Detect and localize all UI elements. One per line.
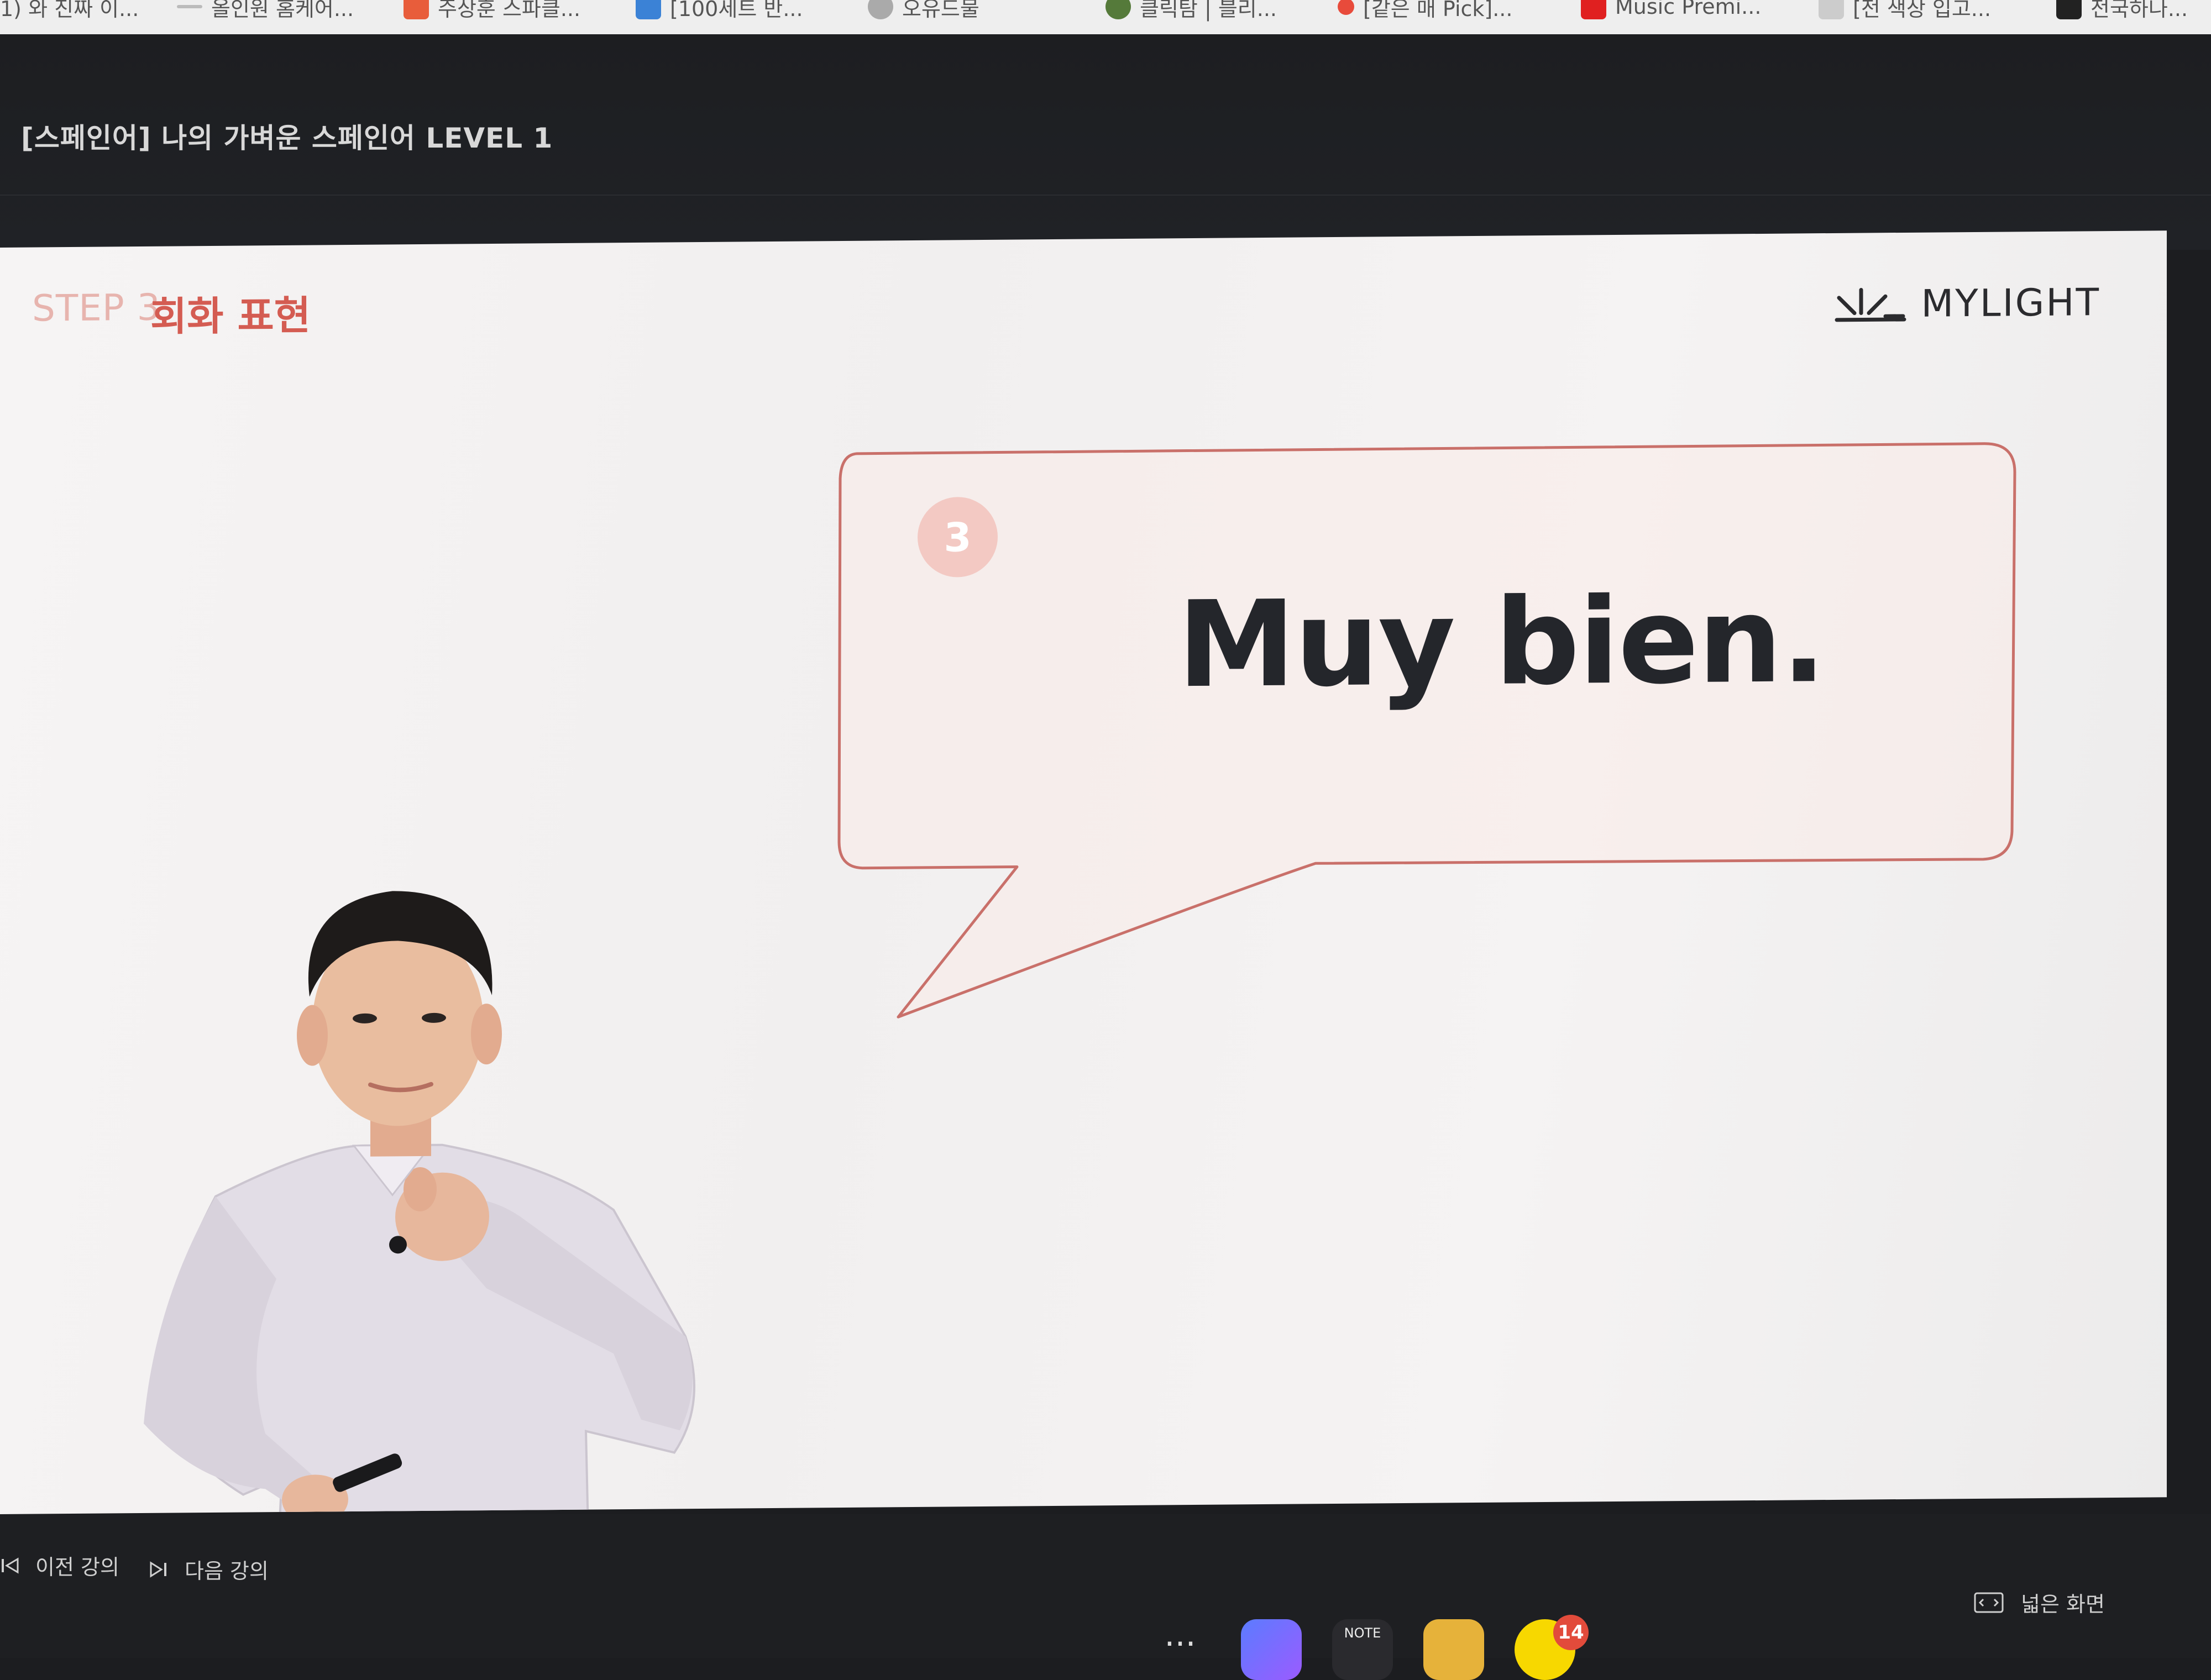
speech-bubble — [837, 442, 2016, 1019]
brand-name: MYLIGHT — [1921, 281, 2100, 326]
bookmark-label: 올인원 홈케어... — [211, 0, 354, 21]
spanish-phrase: Muy bien. — [1177, 570, 1826, 715]
bookmark-label: Music Premi... — [1615, 0, 1762, 19]
bookmarks-bar: 1) 와 진짜 이... 올인원 홈케어... 주상훈 스파클... [100세… — [0, 0, 2211, 35]
bookmark-favicon — [404, 0, 429, 19]
bookmark-item[interactable]: 1) 와 진짜 이... — [0, 0, 139, 23]
wide-screen-label: 넓은 화면 — [2021, 1592, 2105, 1616]
prev-lecture-button[interactable]: 이전 강의 — [0, 1550, 119, 1581]
bookmark-favicon — [1338, 0, 1354, 15]
player-header: [스페인어] 나의 가벼운 스페인어 LEVEL 1 — [0, 34, 2211, 250]
chat-app-icon[interactable]: 14 — [1515, 1615, 1589, 1680]
bookmark-item[interactable]: 올인원 홈케어... — [177, 0, 354, 23]
notification-badge: 14 — [1553, 1615, 1589, 1650]
more-icon[interactable]: ··· — [1150, 1619, 1211, 1680]
step-label: STEP 3 — [32, 286, 161, 330]
wide-screen-icon — [1974, 1592, 2004, 1613]
note-app-icon[interactable]: NOTE — [1332, 1619, 1393, 1680]
prev-lecture-label: 이전 강의 — [35, 1555, 119, 1579]
mylight-logo-icon — [1835, 287, 1906, 322]
bookmark-item[interactable]: Music Premi... — [1581, 0, 1761, 23]
player-controls: 이전 강의 다음 강의 넓은 화면 — [0, 1514, 2211, 1658]
app-icon-yellow[interactable] — [1423, 1619, 1484, 1680]
bookmark-favicon — [1581, 0, 1606, 19]
bookmark-label: 주상훈 스파클... — [438, 0, 581, 21]
step-title: 회화 표현 — [150, 292, 311, 340]
bookmark-label: 클릭탐 | 블리... — [1140, 0, 1277, 21]
bookmark-label: [같은 매 Pick]... — [1363, 0, 1513, 21]
bookmark-label: 전국하나... — [2091, 0, 2188, 21]
bookmark-label: [100세트 반... — [670, 0, 803, 21]
bookmark-favicon — [1819, 0, 1844, 19]
bookmark-item[interactable]: [100세트 반... — [636, 0, 803, 23]
skip-back-icon — [2, 1557, 19, 1574]
brand-logo: MYLIGHT — [1835, 281, 2100, 327]
bookmark-favicon — [868, 0, 893, 19]
bookmark-favicon — [177, 5, 202, 8]
video-player[interactable]: STEP 3 회화 표현 MYLIGHT 3 Muy bien. — [0, 230, 2167, 1515]
wide-screen-button[interactable]: 넓은 화면 — [1973, 1587, 2105, 1618]
bookmark-item[interactable]: 주상훈 스파클... — [404, 0, 580, 23]
step-number-badge: 3 — [918, 496, 998, 578]
presenter-figure — [144, 891, 695, 1515]
next-lecture-button[interactable]: 다음 강의 — [149, 1554, 269, 1584]
next-lecture-label: 다음 강의 — [185, 1559, 269, 1583]
app-icon-blue[interactable] — [1241, 1619, 1302, 1680]
bookmark-favicon — [2056, 0, 2082, 19]
bookmark-label: 1) 와 진짜 이... — [0, 0, 139, 21]
bookmark-favicon — [1106, 0, 1131, 19]
bookmark-favicon — [636, 0, 661, 19]
skip-forward-icon — [150, 1561, 166, 1578]
header-divider — [0, 195, 2211, 196]
bookmark-label: [전 색상 입고... — [1853, 0, 1992, 21]
bookmark-item[interactable]: 전국하나... — [2056, 0, 2188, 23]
bookmark-item[interactable]: 클릭탐 | 블리... — [1106, 0, 1277, 23]
bookmark-label: 오유드물 — [902, 0, 979, 21]
bookmark-item[interactable]: [같은 매 Pick]... — [1338, 0, 1512, 23]
course-title: [스페인어] 나의 가벼운 스페인어 LEVEL 1 — [21, 122, 553, 154]
bookmark-item[interactable]: 오유드물 — [868, 0, 979, 23]
taskbar-dock: ··· NOTE 14 — [1150, 1615, 1606, 1680]
bookmark-item[interactable]: [전 색상 입고... — [1819, 0, 1991, 23]
